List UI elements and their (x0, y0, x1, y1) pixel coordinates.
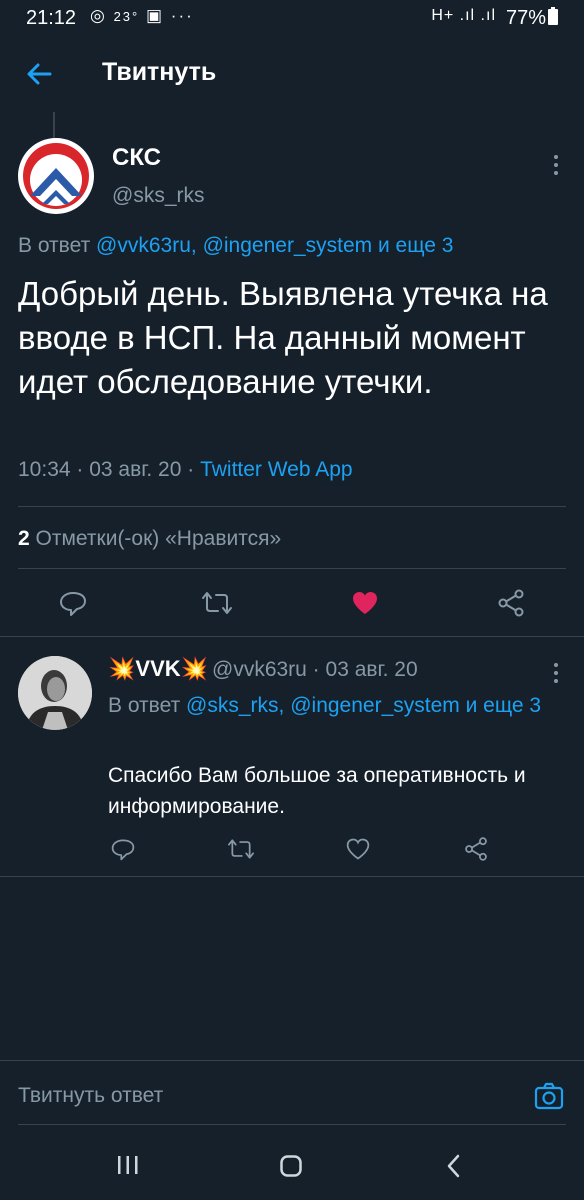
reply-compose-input[interactable]: Твитнуть ответ (18, 1084, 163, 1108)
avatar[interactable] (18, 138, 94, 214)
back-nav-button[interactable] (444, 1153, 464, 1179)
divider (18, 568, 566, 569)
tweet-time: 10:34 (18, 458, 71, 481)
author-name[interactable]: СКС (112, 144, 161, 172)
reply-to-users-link[interactable]: @vvk63ru, @ingener_system и еще 3 (96, 234, 453, 257)
tweet-date: 03 авг. 20 (89, 458, 182, 481)
reply-handle-date[interactable]: @vvk63ru · 03 авг. 20 (212, 658, 418, 682)
camera-icon (534, 1082, 564, 1110)
avatar[interactable] (18, 656, 92, 730)
reply-to-prefix: В ответ (108, 694, 181, 717)
compose-underline (18, 1124, 566, 1125)
more-dots-icon: ··· (170, 6, 194, 25)
divider (18, 506, 566, 507)
thread-connector (53, 112, 55, 138)
retweet-button[interactable] (226, 836, 256, 862)
reply-to-users-link[interactable]: @sks_rks, @ingener_system и еще 3 (186, 694, 541, 717)
page-title: Твитнуть (102, 58, 217, 86)
user-photo-icon (18, 656, 92, 730)
camera-button[interactable] (533, 1080, 565, 1112)
share-button[interactable] (463, 836, 489, 862)
comment-icon (111, 839, 135, 861)
chevron-left-icon (447, 1154, 460, 1178)
viber-icon: ◎ (90, 6, 107, 25)
tweet-source-link[interactable]: Twitter Web App (200, 458, 353, 481)
temperature: 23° (113, 9, 140, 24)
status-bar: 21:12 ◎ 23° ▣ ··· H+ .ıl .ıl 77% (0, 0, 584, 36)
reply-to-prefix: В ответ (18, 234, 91, 257)
like-button[interactable] (350, 588, 380, 618)
vertical-dots-icon (554, 663, 558, 683)
likes-count: 2 (18, 527, 30, 550)
like-button[interactable] (345, 836, 371, 862)
reply-to-line: В ответ @sks_rks, @ingener_system и еще … (108, 690, 548, 722)
heart-outline-icon (346, 838, 370, 860)
status-notification-icons: ◎ 23° ▣ ··· (90, 6, 194, 26)
share-button[interactable] (496, 588, 526, 618)
back-button[interactable] (22, 56, 58, 92)
divider (0, 876, 584, 877)
divider (0, 636, 584, 637)
likes-label: Отметки(-ок) «Нравится» (35, 527, 282, 550)
retweet-button[interactable] (200, 588, 234, 618)
arrow-left-icon (27, 63, 52, 85)
sks-logo-icon (19, 139, 93, 213)
reply-author-name[interactable]: 💥VVK💥 (108, 656, 208, 682)
more-options-button[interactable] (546, 658, 566, 688)
signal-icon: H+ .ıl .ıl (431, 7, 496, 24)
divider (0, 1060, 584, 1061)
retweet-icon (227, 839, 254, 859)
home-button[interactable] (279, 1154, 303, 1178)
comment-icon (60, 592, 86, 616)
reply-button[interactable] (110, 836, 136, 862)
tweet-text: Добрый день. Выявлена утечка на вводе в … (18, 275, 548, 400)
retweet-icon (202, 592, 232, 614)
vertical-dots-icon (554, 155, 558, 175)
recent-apps-button[interactable] (116, 1154, 140, 1176)
heart-icon (353, 592, 377, 614)
reply-text: Спасибо Вам большое за оперативность и и… (108, 764, 526, 818)
share-icon (498, 589, 524, 617)
notification-icon: ▣ (145, 6, 165, 25)
battery-icon (548, 7, 558, 25)
reply-to-line: В ответ @vvk63ru, @ingener_system и еще … (18, 234, 453, 258)
author-handle[interactable]: @sks_rks (112, 184, 205, 208)
more-options-button[interactable] (546, 150, 566, 180)
tweet-meta: 10:34 · 03 авг. 20 · Twitter Web App (18, 458, 353, 481)
share-icon (465, 837, 487, 861)
recent-apps-icon (118, 1156, 138, 1174)
reply-button[interactable] (58, 588, 88, 618)
likes-count-row[interactable]: 2 Отметки(-ок) «Нравится» (18, 527, 281, 551)
status-time: 21:12 (26, 7, 77, 29)
home-icon (280, 1155, 302, 1177)
battery-percent: 77% (505, 7, 546, 29)
